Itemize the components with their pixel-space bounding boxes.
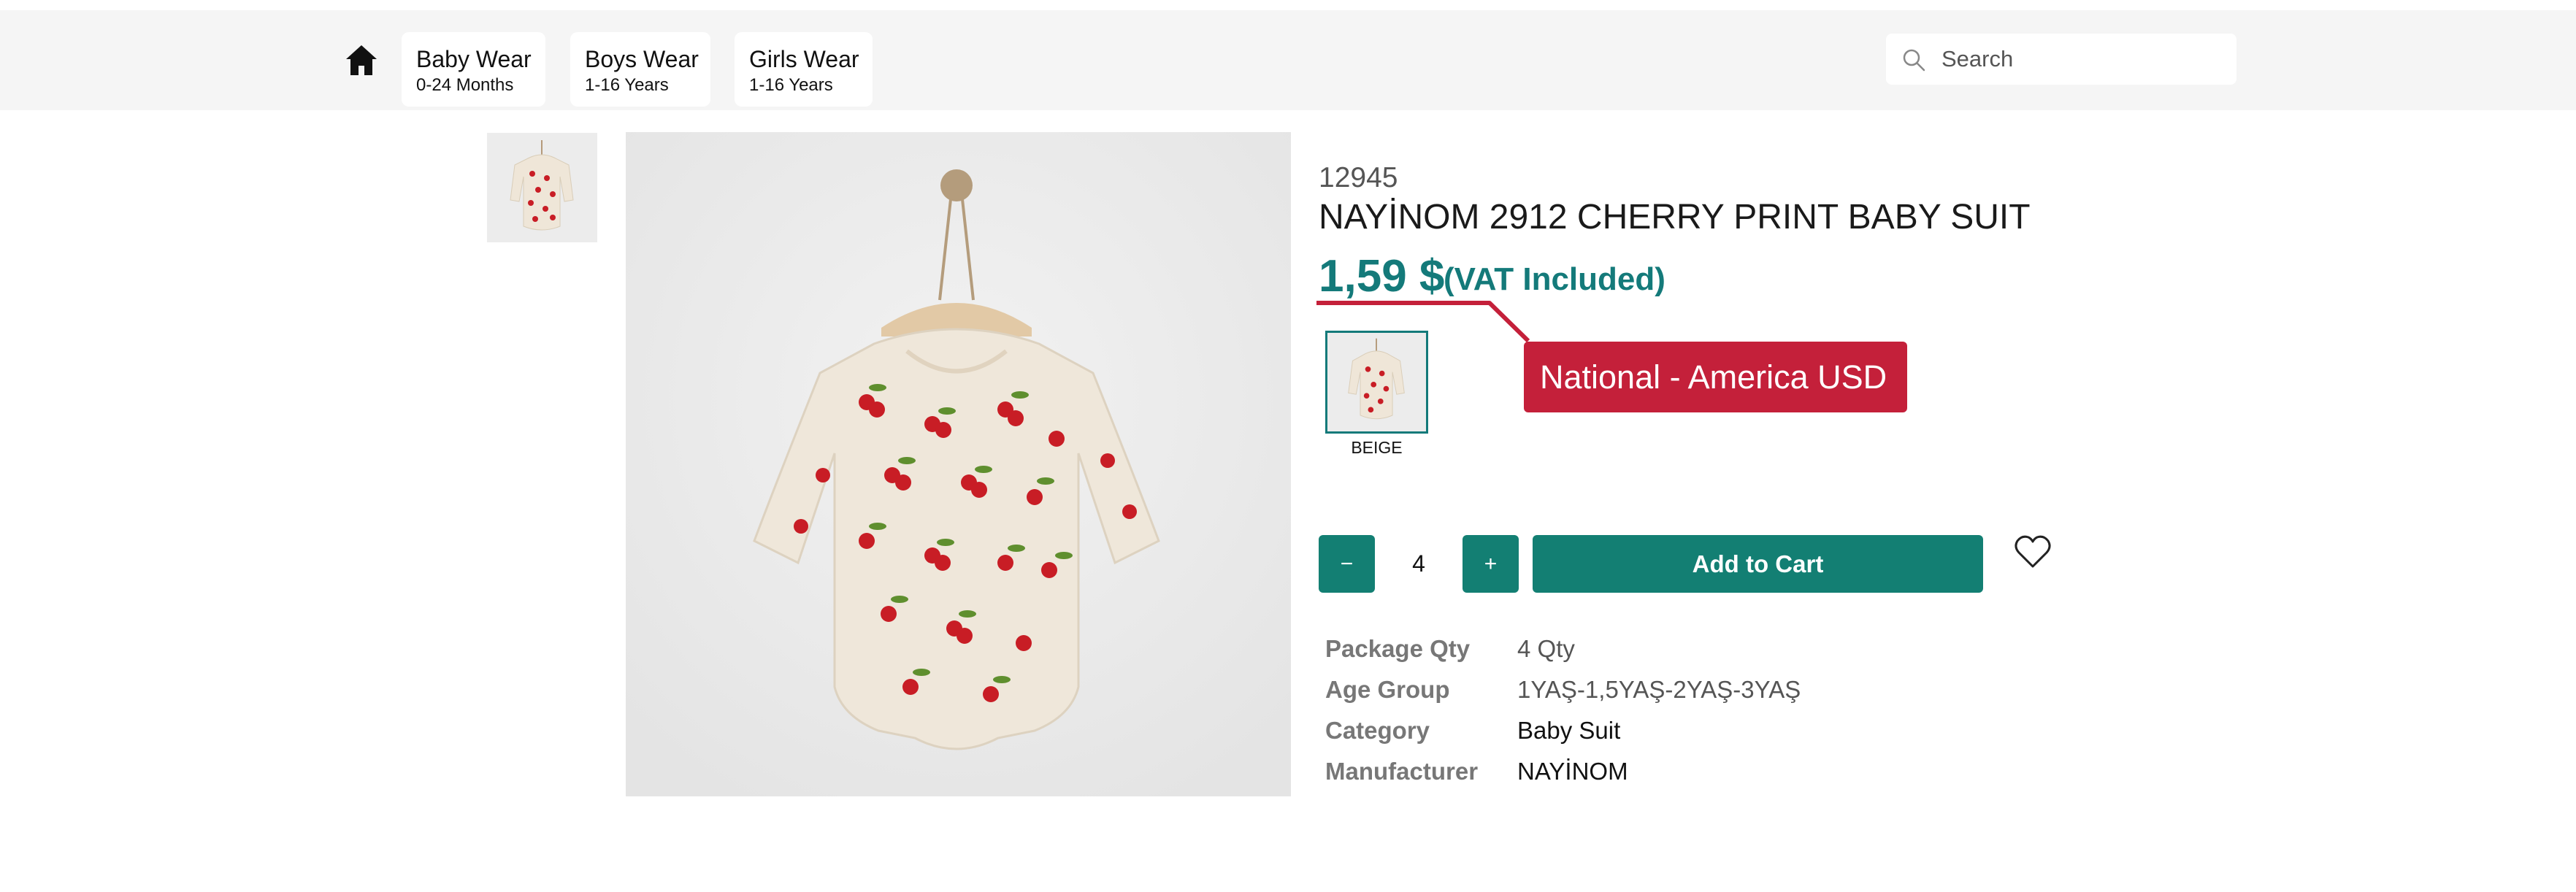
heart-icon[interactable]	[2014, 534, 2052, 570]
nav-subtitle: 0-24 Months	[416, 75, 514, 95]
onesie-thumbnail-image	[487, 133, 597, 242]
spec-key: Manufacturer	[1325, 758, 1479, 785]
product-title: NAYİNOM 2912 CHERRY PRINT BABY SUIT	[1319, 198, 2031, 237]
search-box	[1886, 34, 2236, 85]
nav-boys-wear[interactable]: Boys Wear 1-16 Years	[570, 32, 710, 107]
product-sku: 12945	[1319, 162, 1398, 193]
search-icon[interactable]	[1901, 47, 1927, 73]
color-swatch-beige[interactable]	[1325, 331, 1428, 434]
color-swatch-image	[1327, 333, 1426, 431]
add-to-cart-button[interactable]: Add to Cart	[1533, 535, 1983, 593]
spec-value: 4 Qty	[1517, 635, 1575, 662]
currency-tag: National - America USD	[1524, 342, 1907, 412]
spec-key: Package Qty	[1325, 635, 1471, 662]
quantity-decrease-button[interactable]: −	[1319, 535, 1375, 593]
nav-title: Baby Wear	[416, 46, 532, 72]
quantity-value[interactable]: 4	[1375, 535, 1463, 593]
product-main-image[interactable]	[626, 132, 1291, 796]
color-label: BEIGE	[1351, 438, 1403, 457]
nav-baby-wear[interactable]: Baby Wear 0-24 Months	[402, 32, 545, 107]
nav-subtitle: 1-16 Years	[749, 75, 833, 95]
nav-subtitle: 1-16 Years	[585, 75, 669, 95]
site-header: Baby Wear 0-24 Months Boys Wear 1-16 Yea…	[0, 10, 2576, 110]
home-icon[interactable]	[343, 42, 380, 78]
vat-note: (VAT Included)	[1444, 261, 1665, 297]
manufacturer-link[interactable]: NAYİNOM	[1517, 758, 1628, 785]
nav-girls-wear[interactable]: Girls Wear 1-16 Years	[735, 32, 873, 107]
spec-key: Age Group	[1325, 676, 1450, 703]
nav-title: Girls Wear	[749, 46, 859, 72]
category-link[interactable]: Baby Suit	[1517, 717, 1620, 745]
quantity-increase-button[interactable]: +	[1463, 535, 1519, 593]
search-input[interactable]	[1941, 39, 2226, 79]
onesie-product-photo	[626, 132, 1291, 796]
top-strip	[0, 0, 2576, 10]
spec-value: 1YAŞ-1,5YAŞ-2YAŞ-3YAŞ	[1517, 676, 1801, 703]
nav-title: Boys Wear	[585, 46, 699, 72]
product-price: 1,59 $	[1319, 251, 1445, 301]
gallery-thumbnail[interactable]	[487, 133, 597, 242]
spec-key: Category	[1325, 717, 1430, 744]
